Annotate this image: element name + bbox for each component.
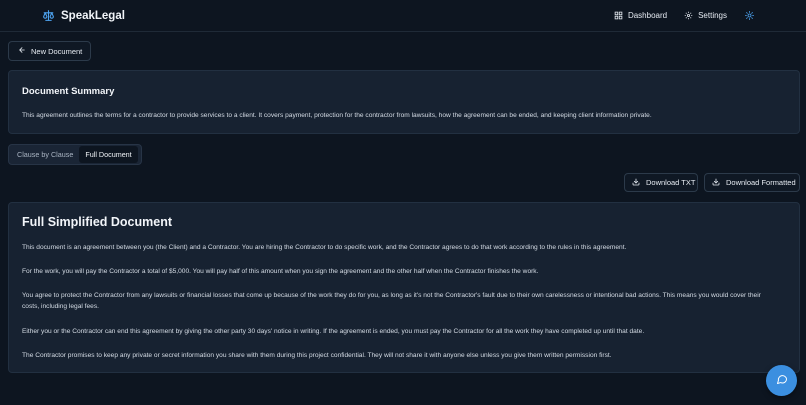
- new-document-label: New Document: [31, 46, 83, 56]
- top-header: SpeakLegal Dashboard Settings: [0, 0, 806, 32]
- main-nav: Dashboard Settings: [597, 7, 755, 25]
- gear-icon: [684, 11, 693, 20]
- view-toggle: Clause by Clause Full Document: [8, 144, 142, 165]
- new-document-button[interactable]: New Document: [8, 41, 91, 61]
- arrow-left-icon: [18, 46, 26, 56]
- download-icon: [712, 178, 720, 188]
- download-formatted-button[interactable]: Download Formatted: [704, 173, 800, 192]
- theme-toggle-button[interactable]: [744, 7, 755, 25]
- sun-icon: [744, 7, 755, 25]
- document-paragraph: You agree to protect the Contractor from…: [22, 292, 761, 310]
- document-paragraph: For the work, you will pay the Contracto…: [22, 268, 539, 275]
- tab-full-document[interactable]: Full Document: [79, 146, 138, 163]
- download-txt-button[interactable]: Download TXT: [624, 173, 698, 192]
- summary-card: Document Summary This agreement outlines…: [8, 70, 800, 134]
- download-icon: [632, 178, 640, 188]
- download-formatted-label: Download Formatted: [726, 178, 796, 187]
- download-txt-label: Download TXT: [646, 178, 696, 187]
- document-paragraph: The Contractor promises to keep any priv…: [22, 352, 612, 359]
- summary-body: This agreement outlines the terms for a …: [22, 112, 652, 119]
- document-title: Full Simplified Document: [22, 215, 173, 229]
- full-document-card: Full Simplified Document This document i…: [8, 202, 800, 373]
- app-name: SpeakLegal: [61, 9, 125, 22]
- nav-dashboard[interactable]: Dashboard: [614, 11, 667, 20]
- nav-dashboard-label: Dashboard: [627, 11, 668, 20]
- tab-clause-by-clause[interactable]: Clause by Clause: [11, 146, 79, 163]
- nav-settings-label: Settings: [698, 11, 727, 20]
- chat-button[interactable]: [766, 365, 797, 396]
- document-paragraph: This document is an agreement between yo…: [22, 244, 627, 251]
- chat-bubble-icon: [776, 372, 788, 390]
- scales-icon: [42, 9, 55, 22]
- summary-title: Document Summary: [22, 86, 115, 97]
- grid-icon: [614, 11, 623, 20]
- brand[interactable]: SpeakLegal: [42, 9, 125, 22]
- nav-settings[interactable]: Settings: [684, 11, 727, 20]
- document-paragraph: Either you or the Contractor can end thi…: [22, 328, 645, 335]
